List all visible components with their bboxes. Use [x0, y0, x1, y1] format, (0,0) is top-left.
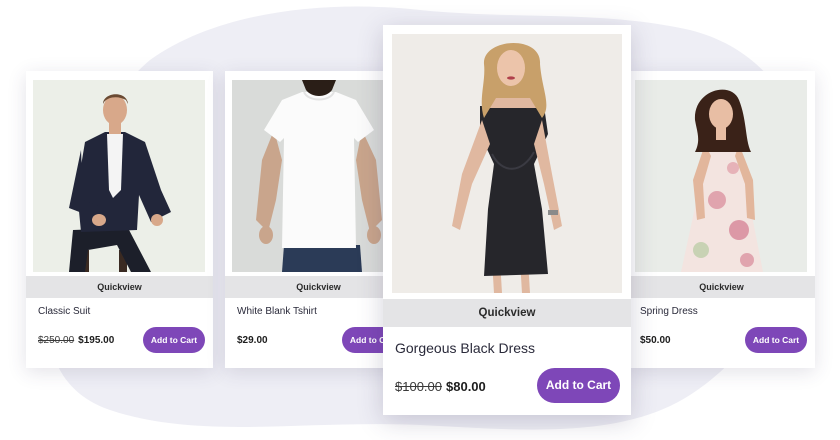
- product-image-black-dress[interactable]: [392, 34, 622, 293]
- product-image-spring-dress[interactable]: [635, 80, 807, 272]
- add-to-cart-button[interactable]: Add to Cart: [537, 368, 620, 403]
- product-name[interactable]: Classic Suit: [38, 306, 90, 317]
- quickview-button[interactable]: Quickview: [628, 276, 815, 298]
- product-card-classic-suit: Quickview Classic Suit $250.00 $195.00 Ad…: [26, 71, 213, 368]
- quickview-button[interactable]: Quickview: [26, 276, 213, 298]
- product-name[interactable]: White Blank Tshirt: [237, 306, 317, 317]
- product-price: $50.00: [640, 335, 671, 346]
- product-price: $250.00 $195.00: [38, 335, 114, 346]
- sale-price: $80.00: [446, 379, 486, 394]
- original-price: $100.00: [395, 379, 442, 394]
- product-price: $100.00 $80.00: [395, 379, 486, 394]
- sale-price: $50.00: [640, 335, 671, 346]
- add-to-cart-button[interactable]: Add to Cart: [143, 327, 205, 353]
- product-card-spring-dress: Quickview Spring Dress $50.00 Add to Car…: [628, 71, 815, 368]
- original-price: $250.00: [38, 335, 75, 346]
- product-card-black-dress: Quickview Gorgeous Black Dress $100.00 $8…: [383, 25, 631, 415]
- sale-price: $195.00: [78, 335, 115, 346]
- product-image-white-tshirt[interactable]: [232, 80, 404, 272]
- add-to-cart-button[interactable]: Add to Cart: [745, 327, 807, 353]
- product-price: $29.00: [237, 335, 268, 346]
- product-image-classic-suit[interactable]: [33, 80, 205, 272]
- product-name[interactable]: Spring Dress: [640, 306, 698, 317]
- quickview-button[interactable]: Quickview: [383, 299, 631, 327]
- product-name[interactable]: Gorgeous Black Dress: [395, 340, 535, 356]
- sale-price: $29.00: [237, 335, 268, 346]
